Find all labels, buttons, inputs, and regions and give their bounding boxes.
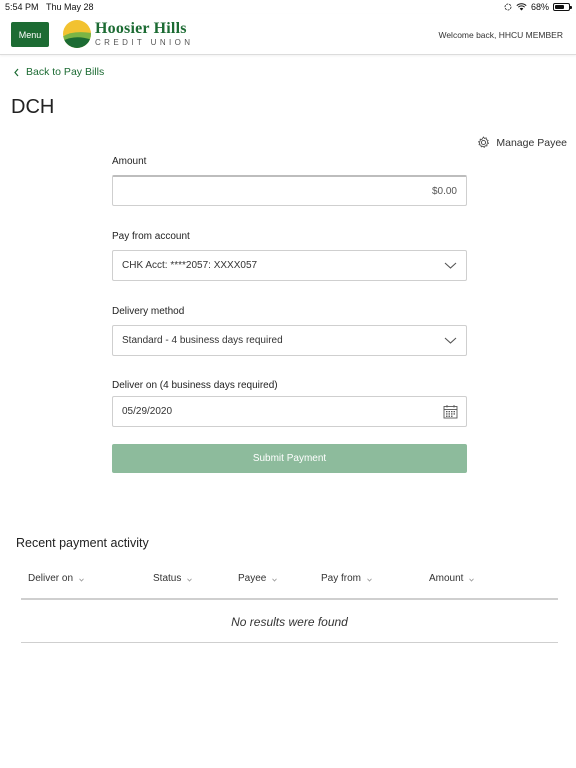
calendar-icon[interactable] (443, 404, 458, 419)
delivery-method-select[interactable]: Standard - 4 business days required (112, 325, 467, 356)
status-bar: 5:54 PM Thu May 28 68% (0, 0, 576, 14)
column-payee[interactable]: Payee (238, 573, 278, 584)
column-label: Status (153, 573, 182, 584)
column-pay-from[interactable]: Pay from (321, 573, 372, 584)
gear-icon (478, 136, 490, 148)
logo-subtitle: CREDIT UNION (95, 37, 194, 47)
sort-down-icon (79, 578, 84, 582)
empty-results-row: No results were found (21, 602, 558, 643)
page-title: DCH (11, 96, 55, 118)
amount-placeholder: $0.00 (431, 185, 457, 197)
hills-logo-icon (63, 20, 91, 48)
delivery-method-value: Standard - 4 business days required (122, 335, 283, 346)
column-deliver-on[interactable]: Deliver on (28, 573, 84, 584)
pay-from-select[interactable]: CHK Acct: ****2057: XXXX057 (112, 250, 467, 281)
amount-label: Amount (112, 156, 147, 167)
activity-table-header: Deliver on Status Payee Pay from Amount (21, 572, 558, 600)
pay-from-label: Pay from account (112, 231, 190, 242)
sort-down-icon (367, 578, 372, 582)
empty-results-text: No results were found (231, 615, 348, 629)
rotation-lock-icon (504, 3, 512, 11)
column-label: Deliver on (28, 573, 74, 584)
logo-name: Hoosier Hills (95, 19, 187, 37)
chevron-left-icon (14, 68, 19, 76)
pay-from-value: CHK Acct: ****2057: XXXX057 (122, 260, 258, 271)
sort-down-icon (272, 578, 278, 582)
column-label: Payee (238, 573, 267, 584)
logo[interactable]: Hoosier Hills CREDIT UNION (62, 19, 193, 49)
chevron-down-icon (444, 262, 457, 269)
welcome-text: Welcome back, HHCU MEMBER (438, 30, 563, 40)
manage-payee-link[interactable]: Manage Payee (477, 136, 567, 149)
status-indicators: 68% (504, 2, 572, 12)
recent-activity-title: Recent payment activity (16, 536, 149, 550)
manage-payee-label: Manage Payee (496, 136, 567, 149)
back-link-label: Back to Pay Bills (26, 66, 105, 78)
deliver-on-label: Deliver on (4 business days required) (112, 380, 278, 391)
status-date: Thu May 28 (46, 2, 94, 12)
status-time: 5:54 PM (5, 2, 39, 12)
amount-input[interactable]: $0.00 (112, 175, 467, 206)
sort-down-icon (469, 578, 475, 582)
column-status[interactable]: Status (153, 573, 193, 584)
sort-down-icon (187, 578, 193, 582)
battery-icon (553, 3, 572, 11)
submit-payment-button[interactable]: Submit Payment (112, 444, 467, 473)
deliver-on-value: 05/29/2020 (122, 406, 173, 417)
column-label: Amount (429, 573, 464, 584)
back-to-pay-bills-link[interactable]: Back to Pay Bills (13, 66, 104, 78)
wifi-icon (516, 3, 527, 11)
chevron-down-icon (444, 337, 457, 344)
app-header: Menu Hoosier Hills CREDIT UNION Welcome … (0, 14, 576, 55)
deliver-on-date-input[interactable]: 05/29/2020 (112, 396, 467, 427)
column-amount[interactable]: Amount (429, 573, 475, 584)
battery-percent: 68% (530, 2, 549, 12)
column-label: Pay from (321, 573, 362, 584)
delivery-method-label: Delivery method (112, 306, 185, 317)
menu-button[interactable]: Menu (11, 22, 49, 47)
